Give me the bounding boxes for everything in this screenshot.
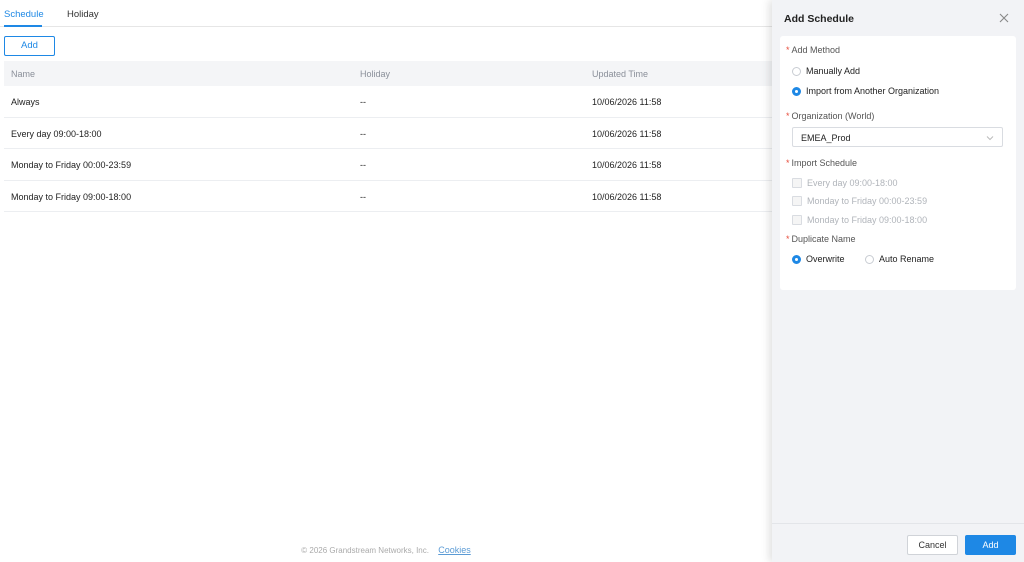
- cell-name: Monday to Friday 09:00-18:00: [11, 191, 132, 202]
- chevron-down-icon: [986, 136, 994, 141]
- add-method-label: * Add Method: [786, 45, 841, 55]
- cell-holiday: --: [360, 160, 366, 170]
- submit-add-button[interactable]: Add: [965, 535, 1016, 555]
- cell-holiday: --: [360, 191, 366, 202]
- cell-updated-time: 10/06/2026 11:58: [592, 191, 662, 202]
- main-content: Schedule Holiday Add Name Holiday Update…: [0, 0, 772, 562]
- organization-value: EMEA_Prod: [801, 133, 851, 143]
- table-header: Name Holiday Updated Time: [4, 61, 772, 86]
- page-footer: © 2026 Grandstream Networks, Inc. Cookie…: [0, 545, 772, 555]
- checkbox-monday-to-friday-full[interactable]: Monday to Friday 00:00-23:59: [792, 195, 927, 207]
- cell-updated-time: 10/06/2026 11:58: [592, 97, 662, 107]
- cell-name: Every day 09:00-18:00: [11, 128, 102, 139]
- radio-indicator: [792, 86, 801, 96]
- cell-updated-time: 10/06/2026 11:58: [592, 160, 662, 170]
- table-row[interactable]: Every day 09:00-18:00 -- 10/06/2026 11:5…: [4, 118, 772, 149]
- radio-indicator: [792, 66, 801, 76]
- radio-indicator: [792, 254, 801, 264]
- radio-indicator: [865, 254, 874, 264]
- table-row[interactable]: Monday to Friday 09:00-18:00 -- 10/06/20…: [4, 181, 772, 212]
- checkbox-box: [792, 196, 802, 206]
- radio-overwrite[interactable]: Overwrite: [792, 253, 845, 265]
- active-tab-indicator: [4, 25, 42, 27]
- table-row[interactable]: Always -- 10/06/2026 11:58: [4, 86, 772, 118]
- radio-auto-rename[interactable]: Auto Rename: [865, 253, 934, 265]
- column-header-holiday: Holiday: [360, 69, 391, 79]
- organization-select[interactable]: EMEA_Prod: [792, 127, 1003, 147]
- table-row[interactable]: Monday to Friday 00:00-23:59 -- 10/06/20…: [4, 149, 772, 181]
- radio-import-from-another-organization[interactable]: Import from Another Organization: [792, 85, 939, 97]
- close-icon[interactable]: [998, 12, 1010, 24]
- drawer-footer: Cancel Add: [772, 523, 1024, 562]
- cell-name: Monday to Friday 00:00-23:59: [11, 160, 132, 170]
- add-schedule-button[interactable]: Add: [4, 36, 55, 56]
- add-schedule-drawer: Add Schedule * Add Method Manually Add Im…: [772, 0, 1024, 562]
- form-panel: * Add Method Manually Add Import from Ano…: [780, 36, 1016, 290]
- column-header-updated-time: Updated Time: [592, 69, 649, 79]
- checkbox-every-day[interactable]: Every day 09:00-18:00: [792, 177, 898, 189]
- drawer-title: Add Schedule: [784, 13, 855, 25]
- organization-label: * Organization (World): [786, 111, 875, 121]
- cell-holiday: --: [360, 97, 366, 107]
- cell-updated-time: 10/06/2026 11:58: [592, 128, 662, 139]
- checkbox-box: [792, 215, 802, 225]
- schedule-table: Name Holiday Updated Time Always -- 10/0…: [4, 61, 772, 212]
- tab-holiday[interactable]: Holiday: [67, 9, 99, 20]
- cell-holiday: --: [360, 128, 366, 139]
- import-schedule-label: * Import Schedule: [786, 158, 858, 168]
- checkbox-monday-to-friday-work[interactable]: Monday to Friday 09:00-18:00: [792, 214, 927, 226]
- cancel-button[interactable]: Cancel: [907, 535, 958, 555]
- column-header-name: Name: [11, 69, 36, 79]
- radio-manually-add[interactable]: Manually Add: [792, 65, 860, 77]
- cookies-link[interactable]: Cookies: [438, 545, 471, 555]
- duplicate-name-label: * Duplicate Name: [786, 234, 856, 244]
- tab-bar: Schedule Holiday: [0, 0, 772, 27]
- cell-name: Always: [11, 97, 40, 107]
- tab-schedule[interactable]: Schedule: [4, 9, 44, 20]
- checkbox-box: [792, 178, 802, 188]
- copyright-text: © 2026 Grandstream Networks, Inc.: [301, 546, 429, 555]
